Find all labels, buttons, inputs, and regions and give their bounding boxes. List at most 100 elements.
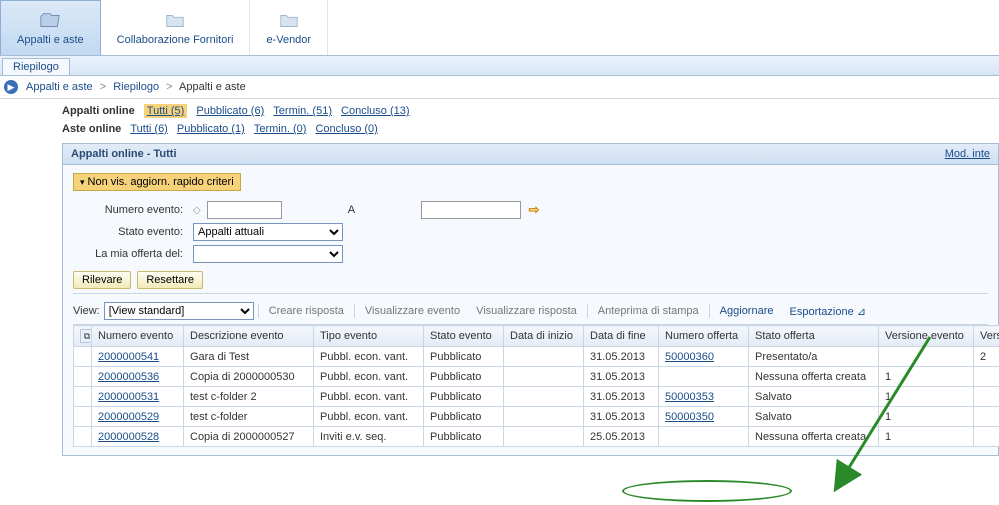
- cell-tipo: Pubbl. econ. vant.: [314, 407, 424, 427]
- mia-offerta-select[interactable]: [193, 245, 343, 263]
- cell-fine: 25.05.2013: [584, 427, 659, 447]
- anteprima-button[interactable]: Anteprima di stampa: [592, 303, 705, 319]
- stato-evento-select[interactable]: Appalti attuali: [193, 223, 343, 241]
- filter-appalti-termin[interactable]: Termin. (51): [273, 105, 332, 117]
- table-toolbar: View: [View standard] Creare risposta Vi…: [73, 298, 988, 325]
- row-selector[interactable]: [74, 347, 92, 367]
- cell-versione-evento: [879, 347, 974, 367]
- cell-fine: 31.05.2013: [584, 367, 659, 387]
- numero-offerta-link[interactable]: 50000353: [665, 391, 714, 403]
- cell-stato: Pubblicato: [424, 367, 504, 387]
- numero-evento-link[interactable]: 2000000541: [98, 351, 159, 363]
- numero-evento-link[interactable]: 2000000536: [98, 371, 159, 383]
- table-row[interactable]: 2000000528Copia di 2000000527Inviti e.v.…: [74, 427, 999, 447]
- cell-descrizione: Copia di 2000000527: [184, 427, 314, 447]
- filter-aste-termin[interactable]: Termin. (0): [254, 123, 307, 135]
- cell-numero-evento: 2000000529: [92, 407, 184, 427]
- rilevare-button[interactable]: Rilevare: [73, 271, 131, 289]
- col-versione-evento[interactable]: Versione evento: [879, 326, 974, 347]
- criteria-toggle-button[interactable]: Non vis. aggiorn. rapido criteri: [73, 173, 241, 191]
- cell-stato: Pubblicato: [424, 407, 504, 427]
- table-row[interactable]: 2000000536Copia di 2000000530Pubbl. econ…: [74, 367, 999, 387]
- toolbar-evendor[interactable]: e-Vendor: [250, 0, 328, 55]
- view-select[interactable]: [View standard]: [104, 302, 254, 320]
- form-stato-evento: Stato evento: Appalti attuali: [83, 223, 988, 241]
- cell-numero-offerta: 50000353: [659, 387, 749, 407]
- filter-appalti-pubblicato[interactable]: Pubblicato (6): [196, 105, 264, 117]
- resettare-button[interactable]: Resettare: [137, 271, 203, 289]
- row-selector[interactable]: [74, 427, 92, 447]
- toolbar-label: e-Vendor: [266, 34, 311, 46]
- copy-icon[interactable]: ⧉: [80, 329, 92, 343]
- numero-evento-link[interactable]: 2000000529: [98, 411, 159, 423]
- col-stato[interactable]: Stato evento: [424, 326, 504, 347]
- row-selector[interactable]: [74, 387, 92, 407]
- breadcrumb-sep: >: [100, 81, 106, 93]
- table-row[interactable]: 2000000541Gara di TestPubbl. econ. vant.…: [74, 347, 999, 367]
- table-select-all[interactable]: ⧉: [74, 326, 92, 347]
- cell-inizio: [504, 367, 584, 387]
- divider: [709, 304, 710, 318]
- numero-offerta-link[interactable]: 50000350: [665, 411, 714, 423]
- go-arrow-icon[interactable]: ⇨: [527, 203, 541, 217]
- col-numero-offerta[interactable]: Numero offerta: [659, 326, 749, 347]
- section-appalti: Appalti online - Tutti Mod. inte Non vis…: [62, 143, 999, 456]
- divider: [258, 304, 259, 318]
- cell-descrizione: test c-folder: [184, 407, 314, 427]
- aggiornare-button[interactable]: Aggiornare: [714, 303, 780, 319]
- mod-inte-link[interactable]: Mod. inte: [945, 148, 990, 160]
- toolbar-appalti-aste[interactable]: Appalti e aste: [0, 0, 101, 55]
- folder-icon: [275, 10, 303, 32]
- filter-aste-row: Aste online Tutti (6) Pubblicato (1) Ter…: [62, 123, 999, 135]
- toolbar-label: Appalti e aste: [17, 34, 84, 46]
- row-selector[interactable]: [74, 367, 92, 387]
- toolbar-collaborazione[interactable]: Collaborazione Fornitori: [101, 0, 251, 55]
- cell-stato: Pubblicato: [424, 427, 504, 447]
- cell-fine: 31.05.2013: [584, 347, 659, 367]
- form-numero-evento: Numero evento: ◇ A ⇨: [83, 201, 988, 219]
- col-numero-evento[interactable]: Numero evento: [92, 326, 184, 347]
- cell-inizio: [504, 387, 584, 407]
- cell-numero-evento: 2000000531: [92, 387, 184, 407]
- visualizzare-evento-button[interactable]: Visualizzare evento: [359, 303, 466, 319]
- diamond-icon: ◇: [193, 205, 201, 216]
- cell-tipo: Pubbl. econ. vant.: [314, 367, 424, 387]
- col-tipo[interactable]: Tipo evento: [314, 326, 424, 347]
- breadcrumb-item-0[interactable]: Appalti e aste: [26, 81, 93, 93]
- col-versione-offerta[interactable]: Versione offerta: [974, 326, 999, 347]
- esportazione-button[interactable]: Esportazione ⊿: [784, 303, 873, 320]
- filter-appalti-tutti[interactable]: Tutti (5): [144, 104, 188, 118]
- row-selector[interactable]: [74, 407, 92, 427]
- numero-evento-from-input[interactable]: [207, 201, 282, 219]
- filter-appalti-row: Appalti online Tutti (5) Pubblicato (6) …: [62, 105, 999, 117]
- folder-icon: [161, 10, 189, 32]
- cell-versione-evento: 1: [879, 367, 974, 387]
- subtab-riepilogo[interactable]: Riepilogo: [2, 58, 70, 75]
- numero-evento-link[interactable]: 2000000531: [98, 391, 159, 403]
- filter-aste-concluso[interactable]: Concluso (0): [315, 123, 377, 135]
- col-inizio[interactable]: Data di inizio: [504, 326, 584, 347]
- breadcrumb-back-icon[interactable]: ▶: [4, 80, 18, 94]
- cell-descrizione: test c-folder 2: [184, 387, 314, 407]
- numero-evento-link[interactable]: 2000000528: [98, 431, 159, 443]
- breadcrumb: Appalti e aste > Riepilogo > Appalti e a…: [26, 81, 246, 93]
- filter-aste-pubblicato[interactable]: Pubblicato (1): [177, 123, 245, 135]
- table-row[interactable]: 2000000531test c-folder 2Pubbl. econ. va…: [74, 387, 999, 407]
- table-row[interactable]: 2000000529 test c-folderPubbl. econ. vant…: [74, 407, 999, 427]
- filter-aste-tutti[interactable]: Tutti (6): [130, 123, 168, 135]
- visualizzare-risposta-button[interactable]: Visualizzare risposta: [470, 303, 583, 319]
- breadcrumb-item-1[interactable]: Riepilogo: [113, 81, 159, 93]
- col-fine[interactable]: Data di fine: [584, 326, 659, 347]
- numero-evento-to-input[interactable]: [421, 201, 521, 219]
- filter-appalti-label: Appalti online: [62, 105, 135, 117]
- main-toolbar: Appalti e aste Collaborazione Fornitori …: [0, 0, 999, 56]
- cell-versione-offerta: [974, 407, 999, 427]
- col-descrizione[interactable]: Descrizione evento: [184, 326, 314, 347]
- filter-appalti-concluso[interactable]: Concluso (13): [341, 105, 409, 117]
- cell-numero-evento: 2000000528: [92, 427, 184, 447]
- numero-offerta-link[interactable]: 50000360: [665, 351, 714, 363]
- col-stato-offerta[interactable]: Stato offerta: [749, 326, 879, 347]
- results-table: ⧉ Numero evento Descrizione evento Tipo …: [73, 325, 999, 447]
- cell-numero-evento: 2000000541: [92, 347, 184, 367]
- creare-risposta-button[interactable]: Creare risposta: [263, 303, 350, 319]
